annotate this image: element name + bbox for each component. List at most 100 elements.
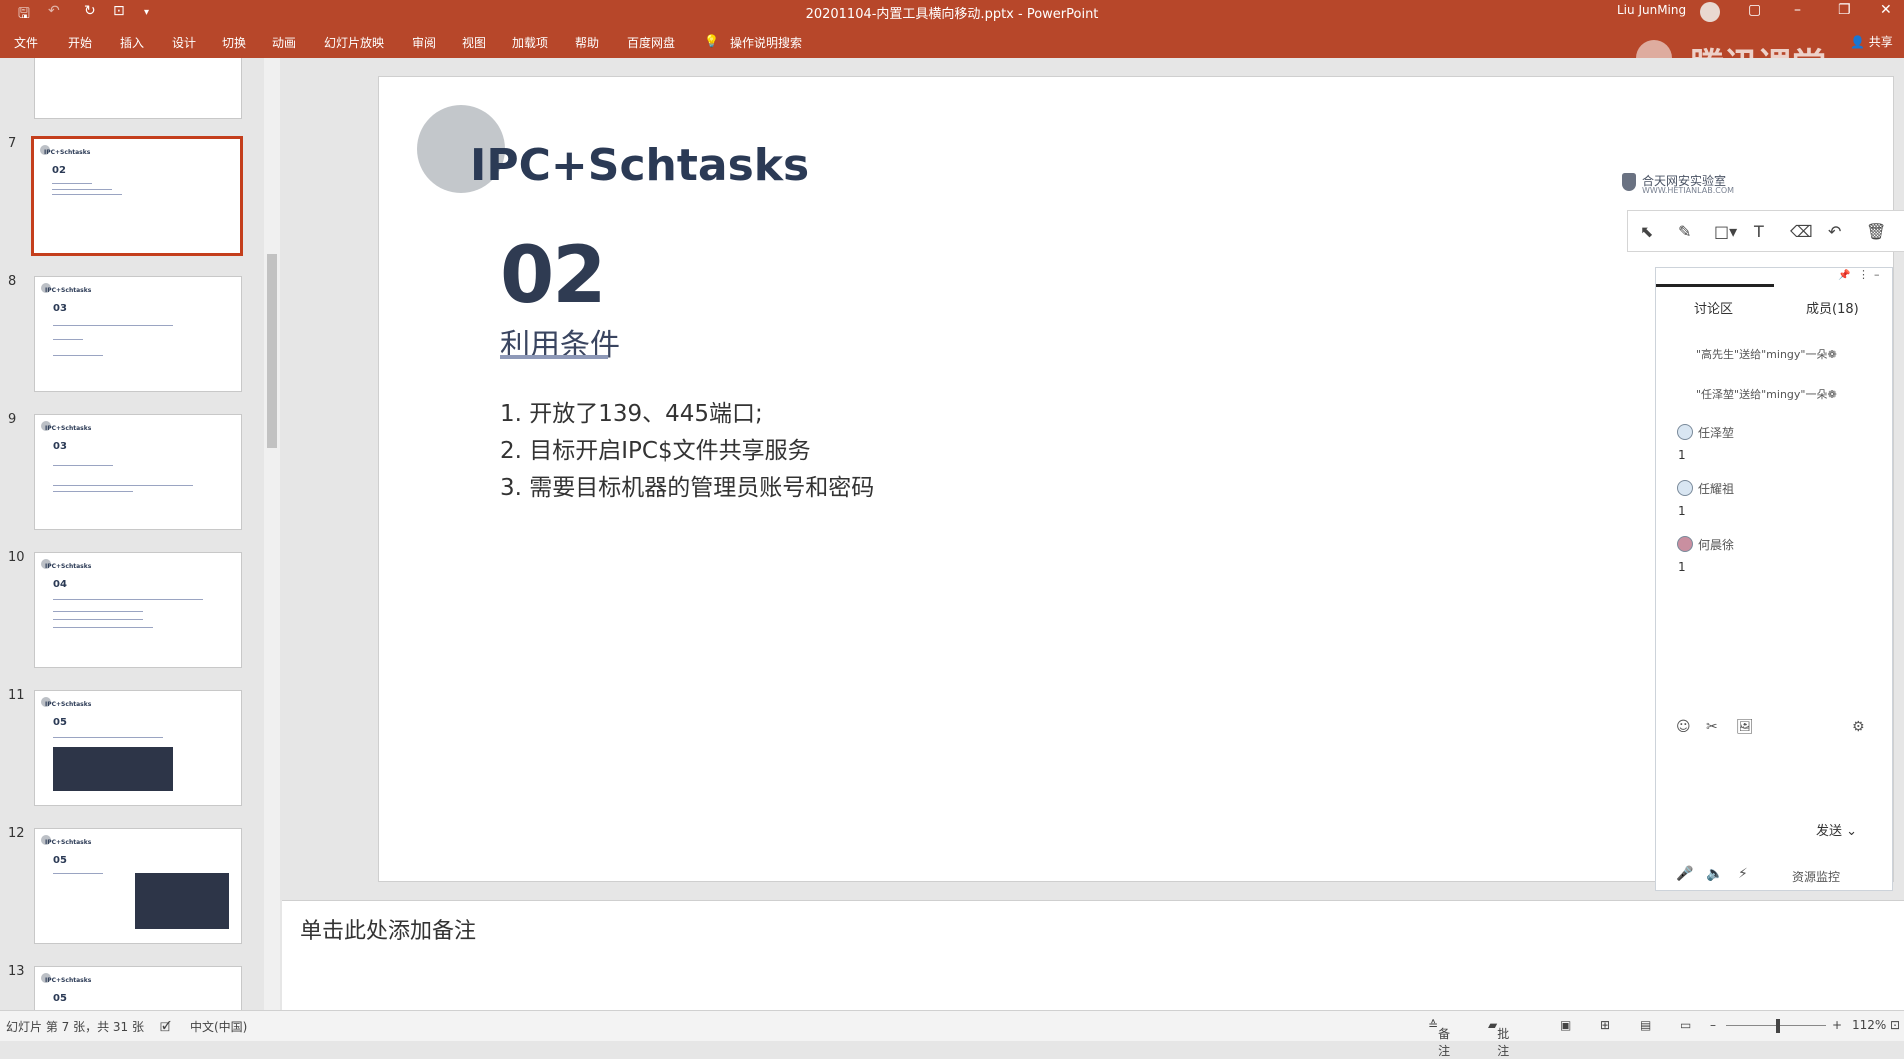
bullet-item[interactable]: 1. 开放了139、445端口; bbox=[500, 394, 763, 428]
bullet-item[interactable]: 3. 需要目标机器的管理员账号和密码 bbox=[500, 468, 874, 502]
resource-monitor[interactable]: 资源监控 bbox=[1792, 868, 1840, 885]
slide-thumbnail[interactable]: IPC+Schtasks 05 bbox=[34, 690, 242, 806]
tab-design[interactable]: 设计 bbox=[172, 34, 196, 51]
tab-discussion[interactable]: 讨论区 bbox=[1694, 298, 1733, 317]
share-button[interactable]: 👤 共享 bbox=[1850, 33, 1893, 50]
slideshow-view-icon[interactable]: ▭ bbox=[1680, 1018, 1691, 1032]
ribbon-display-icon[interactable]: ▢ bbox=[1748, 2, 1761, 18]
active-tab-indicator bbox=[1656, 284, 1774, 287]
image-icon[interactable]: 🖼 bbox=[1736, 719, 1754, 735]
fit-to-window-icon[interactable]: ⊡ bbox=[1890, 1018, 1900, 1032]
tab-home[interactable]: 开始 bbox=[68, 34, 92, 51]
delete-icon[interactable]: 🗑 bbox=[1866, 222, 1886, 241]
zoom-level[interactable]: 112% bbox=[1852, 1018, 1886, 1032]
emoji-icon[interactable]: ☺ bbox=[1676, 719, 1691, 735]
tab-addins[interactable]: 加载项 bbox=[512, 34, 548, 51]
share-label: 共享 bbox=[1868, 35, 1893, 49]
user-avatar[interactable] bbox=[1700, 2, 1720, 22]
settings-icon[interactable]: ⚙ bbox=[1852, 719, 1865, 735]
bullet-item[interactable]: 2. 目标开启IPC$文件共享服务 bbox=[500, 431, 811, 465]
tab-review[interactable]: 审阅 bbox=[412, 34, 436, 51]
tab-transitions[interactable]: 切换 bbox=[222, 34, 246, 51]
pen-icon[interactable]: ✎ bbox=[1678, 222, 1691, 241]
user-name[interactable]: Liu JunMing bbox=[1617, 3, 1686, 17]
tab-help[interactable]: 帮助 bbox=[575, 34, 599, 51]
thumbnail-text-line bbox=[52, 189, 112, 190]
thumbnail-text-line bbox=[53, 339, 83, 340]
slide-thumbnail-selected[interactable]: IPC+Schtasks 02 bbox=[31, 136, 243, 256]
select-icon[interactable]: ⬉ bbox=[1640, 222, 1653, 241]
tab-file[interactable]: 文件 bbox=[14, 34, 38, 51]
tab-animations[interactable]: 动画 bbox=[272, 34, 296, 51]
tab-members[interactable]: 成员(18) bbox=[1806, 298, 1859, 317]
section-number[interactable]: 02 bbox=[500, 231, 607, 321]
tab-baidu-netdisk[interactable]: 百度网盘 bbox=[627, 34, 675, 51]
close-button[interactable]: ✕ bbox=[1880, 2, 1892, 18]
gift-message: "高先生"送给"mingy"一朵❁ bbox=[1696, 348, 1837, 361]
slide-number: 10 bbox=[8, 550, 25, 565]
tab-view[interactable]: 视图 bbox=[462, 34, 486, 51]
thumbnail-text-line bbox=[53, 737, 163, 738]
slide-thumbnail[interactable]: IPC+Schtasks 03 bbox=[34, 276, 242, 392]
user-avatar[interactable] bbox=[1677, 536, 1693, 552]
mute-icon[interactable]: ⚡ bbox=[1738, 866, 1748, 882]
scrollbar-thumb[interactable] bbox=[267, 254, 277, 448]
thumbnail-number: 03 bbox=[53, 441, 67, 452]
collapse-icon[interactable]: – bbox=[1874, 268, 1880, 281]
message-sender: 何晨徐 bbox=[1698, 538, 1735, 552]
rectangle-icon[interactable]: □▾ bbox=[1714, 222, 1737, 241]
speaker-icon[interactable]: 🔈 bbox=[1706, 866, 1723, 882]
status-bar: 幻灯片 第 7 张，共 31 张 🗹 中文(中国) ≙ 备注 ▰ 批注 ▣ ⊞ … bbox=[0, 1010, 1904, 1058]
thumbnail-title: IPC+Schtasks bbox=[45, 563, 92, 570]
slide-title[interactable]: IPC+Schtasks bbox=[470, 140, 809, 191]
reading-view-icon[interactable]: ▤ bbox=[1640, 1018, 1651, 1032]
thumbnail-title: IPC+Schtasks bbox=[44, 149, 91, 156]
user-avatar[interactable] bbox=[1677, 480, 1693, 496]
slide-sorter-icon[interactable]: ⊞ bbox=[1600, 1018, 1610, 1032]
slide-counter: 幻灯片 第 7 张，共 31 张 bbox=[6, 1020, 144, 1034]
spellcheck-icon[interactable]: 🗹 bbox=[160, 1018, 171, 1039]
thumbnail-text-line bbox=[53, 873, 103, 874]
zoom-in-icon[interactable]: + bbox=[1832, 1018, 1842, 1032]
thumbnail-title: IPC+Schtasks bbox=[45, 287, 92, 294]
thumbnail-text-line bbox=[52, 194, 122, 195]
slide-number: 13 bbox=[8, 964, 25, 979]
undo-icon[interactable]: ↶ bbox=[1828, 222, 1841, 241]
send-label: 发送 bbox=[1816, 824, 1843, 839]
thumbnail-number: 05 bbox=[53, 993, 67, 1004]
scissors-icon[interactable]: ✂ bbox=[1706, 719, 1718, 735]
user-avatar[interactable] bbox=[1677, 424, 1693, 440]
slide-thumbnails-pane[interactable]: 7 IPC+Schtasks 02 8 IPC+Schtasks 03 9 IP… bbox=[0, 58, 282, 1011]
slide-thumbnail[interactable]: IPC+Schtasks 03 bbox=[34, 414, 242, 530]
text-icon[interactable]: T bbox=[1754, 222, 1764, 241]
zoom-slider-thumb[interactable] bbox=[1776, 1019, 1780, 1033]
slide-thumbnail[interactable]: IPC+Schtasks 05 bbox=[34, 828, 242, 944]
language-indicator[interactable]: 中文(中国) bbox=[190, 1018, 247, 1035]
thumbnail-text-line bbox=[53, 491, 133, 492]
tab-insert[interactable]: 插入 bbox=[120, 34, 144, 51]
minimize-button[interactable]: – bbox=[1794, 2, 1801, 18]
notes-pane[interactable]: 单击此处添加备注 bbox=[282, 900, 1904, 1011]
thumbnails-scrollbar[interactable] bbox=[264, 58, 280, 1010]
message-sender: 任泽堃 bbox=[1698, 426, 1735, 440]
tab-slideshow[interactable]: 幻灯片放映 bbox=[324, 34, 384, 51]
comments-button[interactable]: ▰ 批注 bbox=[1488, 1018, 1509, 1058]
notes-toggle-button[interactable]: ≙ 备注 bbox=[1428, 1018, 1450, 1058]
slide-thumbnail-partial[interactable] bbox=[34, 58, 242, 119]
slide-number: 9 bbox=[8, 412, 17, 427]
pin-icon[interactable]: 📌 bbox=[1838, 270, 1850, 281]
slide-thumbnail[interactable]: IPC+Schtasks 05 bbox=[34, 966, 242, 1011]
message-text: 1 bbox=[1678, 504, 1686, 518]
microphone-icon[interactable]: 🎤 bbox=[1676, 866, 1693, 882]
zoom-out-icon[interactable]: – bbox=[1710, 1018, 1716, 1032]
message-text: 1 bbox=[1678, 448, 1686, 462]
eraser-icon[interactable]: ⌫ bbox=[1790, 222, 1813, 241]
thumbnail-screenshot-block bbox=[53, 747, 173, 791]
restore-button[interactable]: ❐ bbox=[1838, 2, 1851, 18]
subtitle-underline bbox=[500, 355, 608, 359]
slide-thumbnail[interactable]: IPC+Schtasks 04 bbox=[34, 552, 242, 668]
send-button[interactable]: 发送 ⌄ bbox=[1816, 820, 1857, 839]
normal-view-icon[interactable]: ▣ bbox=[1560, 1018, 1571, 1032]
more-icon[interactable]: ⋮ bbox=[1858, 268, 1869, 281]
tell-me-search[interactable]: 操作说明搜索 bbox=[730, 34, 802, 51]
